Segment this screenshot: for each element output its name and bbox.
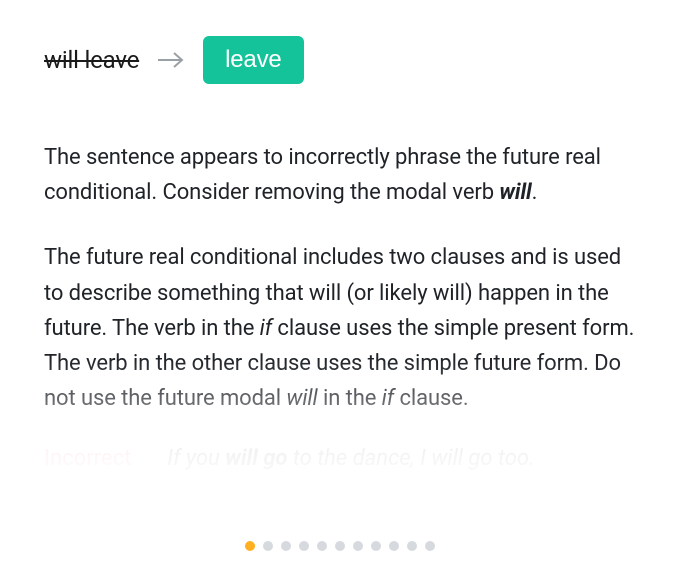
page-dot[interactable] xyxy=(245,541,255,551)
page-dot[interactable] xyxy=(407,541,417,551)
explanation-paragraph-2: The future real conditional includes two… xyxy=(44,240,636,416)
text-run: clause. xyxy=(394,386,468,411)
emphasis-word: if xyxy=(260,316,272,341)
example-row: Incorrect If you will go to the dance, I… xyxy=(44,446,636,471)
page-dot[interactable] xyxy=(389,541,399,551)
original-word: will leave xyxy=(44,46,139,74)
text-run: in the xyxy=(318,386,382,411)
example-label: Incorrect xyxy=(44,446,131,471)
page-dot[interactable] xyxy=(299,541,309,551)
page-dot[interactable] xyxy=(281,541,291,551)
page-dot[interactable] xyxy=(263,541,273,551)
text-run: to the dance, I will go too. xyxy=(287,446,534,471)
page-dot[interactable] xyxy=(335,541,345,551)
page-dot[interactable] xyxy=(317,541,327,551)
page-dot[interactable] xyxy=(353,541,363,551)
text-run: . xyxy=(532,180,538,205)
explanation-paragraph-1: The sentence appears to incorrectly phra… xyxy=(44,140,636,210)
suggestion-row: will leave leave xyxy=(44,36,636,84)
emphasis-word: if xyxy=(382,386,394,411)
emphasis-word: will go xyxy=(225,446,287,471)
example-text: If you will go to the dance, I will go t… xyxy=(167,446,534,471)
apply-suggestion-button[interactable]: leave xyxy=(203,36,303,84)
page-dot[interactable] xyxy=(371,541,381,551)
text-run: If you xyxy=(167,446,225,471)
arrow-right-icon xyxy=(157,51,185,69)
page-dot[interactable] xyxy=(425,541,435,551)
emphasis-word: will xyxy=(286,386,317,411)
emphasis-word: will xyxy=(499,180,531,205)
explanation-block: The sentence appears to incorrectly phra… xyxy=(44,140,636,471)
page-dots xyxy=(0,541,680,551)
